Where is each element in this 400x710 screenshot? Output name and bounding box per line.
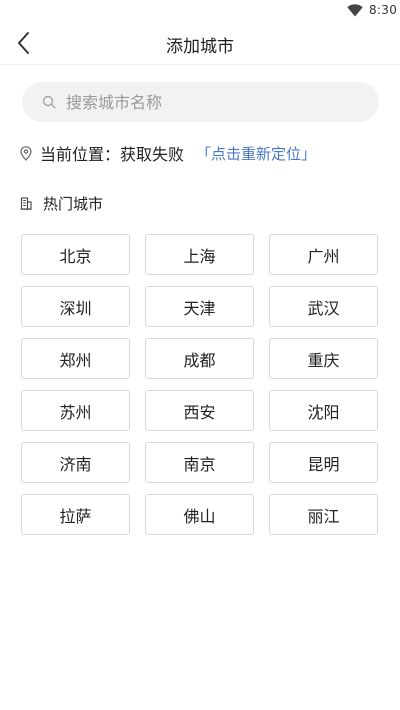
city-button[interactable]: 昆明: [269, 442, 378, 483]
city-button[interactable]: 南京: [145, 442, 254, 483]
search-input[interactable]: [66, 92, 336, 112]
city-button[interactable]: 苏州: [21, 390, 130, 431]
wifi-icon: [347, 4, 363, 17]
search-icon: [42, 95, 56, 109]
city-button[interactable]: 深圳: [21, 286, 130, 327]
building-icon: [20, 196, 32, 210]
city-button[interactable]: 上海: [145, 234, 254, 275]
hot-cities-grid: 北京 上海 广州 深圳 天津 武汉 郑州 成都 重庆 苏州 西安 沈阳 济南 南…: [21, 234, 378, 535]
city-button[interactable]: 武汉: [269, 286, 378, 327]
city-button[interactable]: 成都: [145, 338, 254, 379]
city-button[interactable]: 天津: [145, 286, 254, 327]
current-location-row: 当前位置： 获取失败 「点击重新定位」: [20, 142, 316, 164]
status-bar: 8:30: [0, 0, 400, 24]
add-city-screen: 8:30 添加城市 当前位置： 获取失败 「点击重新定位」: [0, 0, 400, 710]
city-button[interactable]: 济南: [21, 442, 130, 483]
city-button[interactable]: 广州: [269, 234, 378, 275]
city-button[interactable]: 沈阳: [269, 390, 378, 431]
city-button[interactable]: 拉萨: [21, 494, 130, 535]
hot-cities-header: 热门城市: [20, 192, 103, 214]
location-status: 获取失败: [120, 145, 185, 164]
location-pin-icon: [20, 145, 32, 161]
city-button[interactable]: 北京: [21, 234, 130, 275]
location-label: 当前位置：: [40, 145, 121, 164]
hot-cities-title: 热门城市: [43, 194, 104, 213]
relocate-link[interactable]: 「点击重新定位」: [196, 143, 316, 164]
city-button[interactable]: 重庆: [269, 338, 378, 379]
city-button[interactable]: 佛山: [145, 494, 254, 535]
header: 添加城市: [0, 24, 400, 65]
city-button[interactable]: 郑州: [21, 338, 130, 379]
city-button[interactable]: 丽江: [269, 494, 378, 535]
page-title: 添加城市: [166, 37, 234, 57]
search-bar[interactable]: [22, 82, 379, 122]
status-time: 8:30: [369, 3, 398, 17]
city-button[interactable]: 西安: [145, 390, 254, 431]
